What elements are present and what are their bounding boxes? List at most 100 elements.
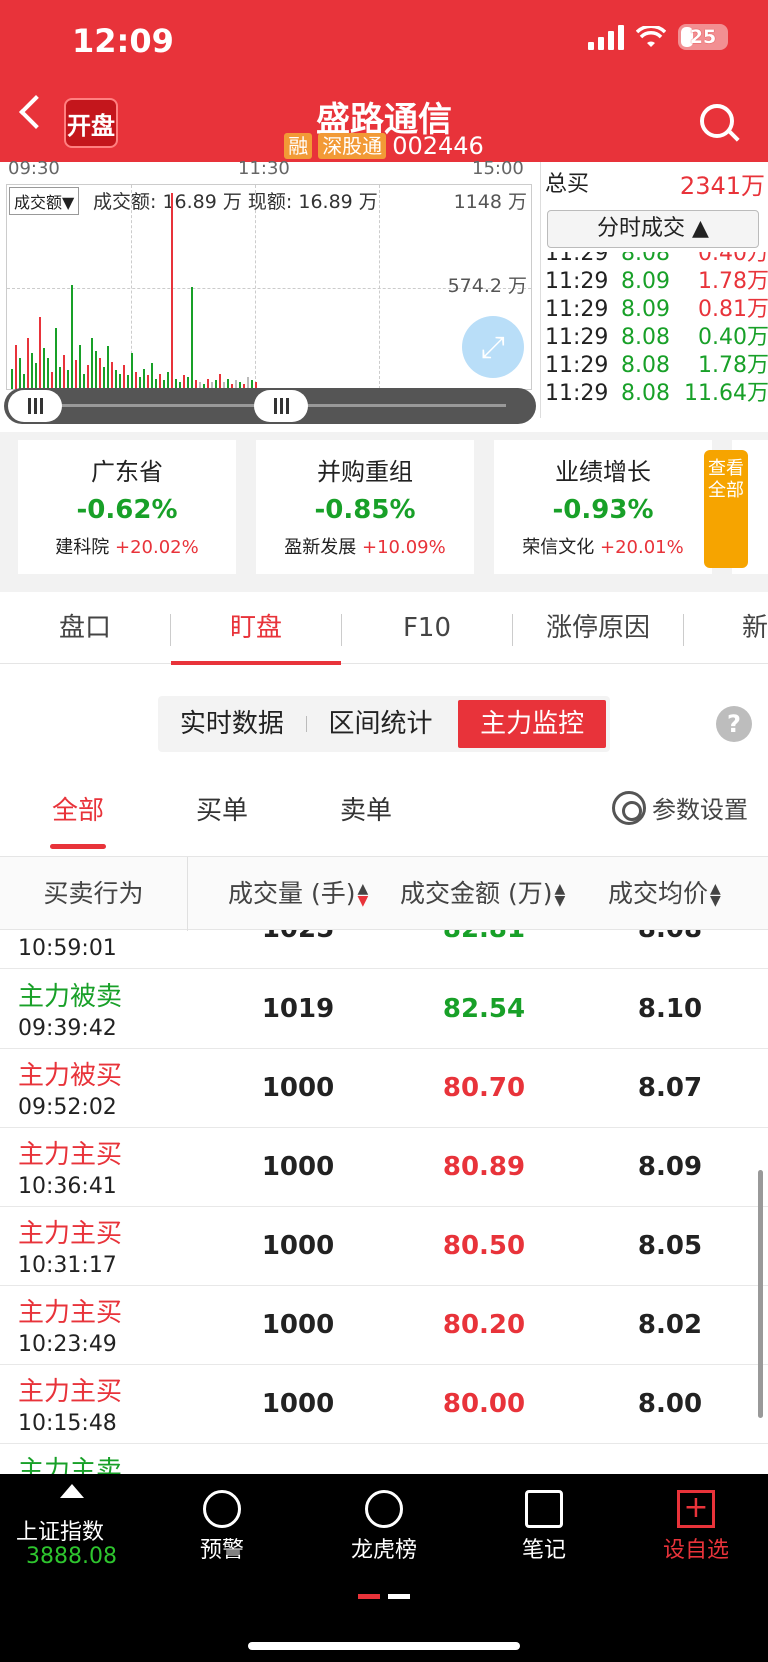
trade-time: 09:52:02 <box>18 1095 117 1120</box>
trade-avg-price: 8.10 <box>637 994 703 1024</box>
table-row[interactable]: 主力主买 10:23:49 1000 80.20 8.02 <box>0 1286 768 1365</box>
sort-icon: ▲ ▼ <box>357 881 369 909</box>
chart-range-scroller[interactable] <box>4 388 536 424</box>
sort-icon: ▲ ▼ <box>710 881 721 909</box>
trade-table[interactable]: 10:59:01 1025 82.81 8.08 主力被卖 09:39:42 101… <box>0 930 768 1474</box>
segment-range-stats[interactable]: 区间统计 <box>307 696 455 752</box>
tick-detail-button[interactable]: 分时成交 ▲ <box>547 210 759 248</box>
col-amount[interactable]: 成交金额 (万) ▲ ▼ <box>400 857 565 931</box>
battery-icon: 25 <box>678 24 728 50</box>
nav-add-watchlist[interactable]: + 设自选 <box>626 1484 766 1564</box>
sector-card[interactable]: 并购重组 -0.85% 盈新发展 +10.09% <box>256 440 474 574</box>
nav-dragon-tiger[interactable]: 龙虎榜 <box>314 1484 454 1564</box>
tick-volume: 1.78万 <box>698 269 768 294</box>
search-icon[interactable] <box>700 104 734 138</box>
expand-chart-button[interactable]: ⤢ <box>462 316 524 378</box>
volume-bar <box>135 371 137 389</box>
volume-bar <box>47 358 49 389</box>
tick-time: 11:29 <box>545 353 609 378</box>
col-action: 买卖行为 <box>0 857 188 931</box>
tab-order-book[interactable]: 盘口 <box>0 592 170 664</box>
volume-bar <box>143 368 145 389</box>
segment-main-monitor[interactable]: 主力监控 <box>458 700 607 748</box>
trade-action: 主力被买 <box>18 1061 123 1091</box>
tick-price: 8.09 <box>621 269 670 294</box>
trade-amount: 80.89 <box>442 1152 526 1182</box>
tab-limit-up-reason[interactable]: 涨停原因 <box>513 592 683 664</box>
volume-bar <box>131 353 133 389</box>
volume-bar <box>79 344 81 389</box>
trade-amount: 80.50 <box>442 1231 526 1261</box>
trade-time: 10:15:48 <box>18 1411 117 1436</box>
trade-action: 主力主买 <box>18 1140 123 1170</box>
table-row[interactable]: 主力主买 10:36:41 1000 80.89 8.09 <box>0 1128 768 1207</box>
sector-card[interactable]: 业绩增长 -0.93% 荣信文化 +20.01% <box>494 440 712 574</box>
tab-f10[interactable]: F10 <box>342 592 512 664</box>
trade-avg-price: 8.07 <box>637 1073 703 1103</box>
volume-bar <box>111 361 113 389</box>
trade-action: 主力主买 <box>18 1377 123 1407</box>
filter-all[interactable]: 全部 <box>49 790 107 849</box>
table-row[interactable]: 主力被卖 09:39:42 1019 82.54 8.10 <box>0 970 768 1049</box>
trade-action: 主力被卖 <box>18 982 123 1012</box>
volume-bar <box>219 373 221 389</box>
y-label-max: 1148 万 <box>453 191 527 213</box>
segment-realtime[interactable]: 实时数据 <box>158 696 306 752</box>
sector-card[interactable]: 广东省 -0.62% 建科院 +20.02% <box>18 440 236 574</box>
volume-bar <box>91 337 93 389</box>
nav-notes[interactable]: 笔记 <box>474 1484 614 1564</box>
volume-bar <box>171 193 173 389</box>
filter-buy[interactable]: 买单 <box>196 790 248 827</box>
index-name[interactable]: 上证指数 <box>16 1514 104 1546</box>
range-handle-right[interactable] <box>254 390 308 422</box>
col-avg-price[interactable]: 成交均价 ▲ ▼ <box>608 857 721 931</box>
volume-bar <box>63 354 65 389</box>
help-icon[interactable]: ? <box>716 706 752 742</box>
see-all-button[interactable]: 查看全部 <box>704 450 748 568</box>
index-value: 3888.08 <box>26 1544 117 1569</box>
table-row[interactable]: 主力主买 10:31:17 1000 80.50 8.05 <box>0 1207 768 1286</box>
volume-bar <box>19 358 21 389</box>
volume-chart[interactable]: 09:30 11:30 15:00 成交额▼ 成交额: 16.89 万 现额: … <box>0 158 540 424</box>
trade-amount: 80.00 <box>442 1389 526 1419</box>
volume-select[interactable]: 成交额▼ <box>9 187 80 215</box>
trade-time: 10:23:49 <box>18 1332 117 1357</box>
volume-bar <box>55 327 57 389</box>
trade-volume: 1019 <box>261 994 335 1024</box>
tick-row: 11:29 8.09 1.78万 <box>541 268 768 296</box>
col-volume[interactable]: 成交量 (手) ▲ ▼ <box>228 857 368 931</box>
table-scrollbar[interactable] <box>758 1170 763 1418</box>
volume-bar <box>99 358 101 389</box>
table-row-partial[interactable]: 主力主卖 <box>0 1444 768 1474</box>
wifi-icon <box>635 24 667 48</box>
settings-button[interactable]: 参数设置 <box>612 790 748 825</box>
table-row[interactable]: 主力主买 10:15:48 1000 80.00 8.00 <box>0 1365 768 1444</box>
sort-icon: ▲ ▼ <box>554 881 566 909</box>
tab-watch[interactable]: 盯盘 <box>171 592 341 665</box>
header: 12:09 25 开盘 盛路通信 融 深股通 002446 <box>0 0 768 162</box>
tick-price: 8.09 <box>621 297 670 322</box>
volume-bar <box>119 373 121 389</box>
connect-tag: 深股通 <box>318 133 387 159</box>
trade-volume: 1000 <box>261 1152 335 1182</box>
table-row[interactable]: 主力被买 09:52:02 1000 80.70 8.07 <box>0 1049 768 1128</box>
volume-bar <box>31 353 33 389</box>
nav-alert[interactable]: 预警 <box>152 1484 292 1564</box>
tab-new[interactable]: 新 <box>684 592 768 664</box>
volume-bar <box>167 371 169 389</box>
tick-volume: 0.40万 <box>698 252 768 266</box>
filter-sell[interactable]: 卖单 <box>340 790 392 827</box>
data-mode-segment: 实时数据 区间统计 主力监控 <box>158 696 610 752</box>
tick-price: 8.08 <box>621 381 670 406</box>
sector-cards: 广东省 -0.62% 建科院 +20.02% 并购重组 -0.85% 盈新发展 … <box>0 432 768 592</box>
home-indicator[interactable] <box>248 1642 520 1650</box>
volume-bar <box>87 365 89 389</box>
tick-time: 11:29 <box>545 297 609 322</box>
volume-bar <box>147 375 149 389</box>
tick-list[interactable]: 11:29 8.08 0.40万 11:29 8.09 1.78万 11:29 8.09 0.8… <box>541 252 768 418</box>
table-row-partial[interactable]: 10:59:01 1025 82.81 8.08 <box>0 930 768 969</box>
range-handle-left[interactable] <box>8 390 62 422</box>
volume-bar <box>75 359 77 389</box>
volume-bar <box>95 351 97 389</box>
time-axis: 09:30 11:30 15:00 <box>0 158 530 184</box>
